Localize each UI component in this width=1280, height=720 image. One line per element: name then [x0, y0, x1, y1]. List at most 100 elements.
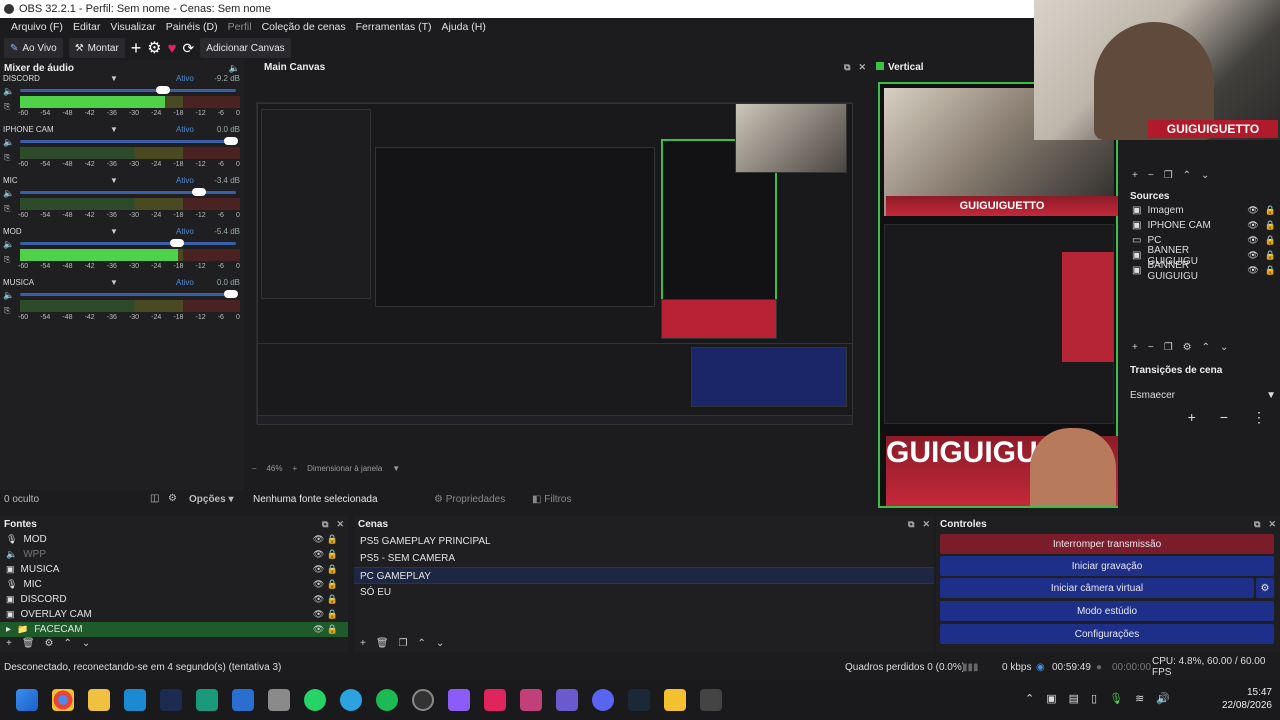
app-icon[interactable]	[124, 689, 146, 711]
app-icon[interactable]	[232, 689, 254, 711]
more-icon[interactable]: ⋮	[1252, 409, 1266, 426]
channel-menu-icon[interactable]: ▼	[110, 125, 118, 134]
add-canvas-button[interactable]: Adicionar Canvas	[200, 38, 291, 58]
eye-icon[interactable]: 👁 🔒	[313, 564, 348, 575]
speaker-icon[interactable]: 🔈	[229, 63, 240, 74]
eye-icon[interactable]: 👁 🔒	[313, 579, 348, 590]
volume-slider[interactable]	[20, 239, 236, 247]
app-icon[interactable]	[556, 689, 578, 711]
speaker-icon[interactable]: 🔈	[3, 239, 14, 250]
eye-icon[interactable]: 👁	[1247, 205, 1258, 216]
discord-icon[interactable]	[592, 689, 614, 711]
photoshop-icon[interactable]	[160, 689, 182, 711]
stop-stream-button[interactable]: Interromper transmissão	[940, 534, 1274, 554]
menu-edit[interactable]: Editar	[68, 21, 105, 33]
float-icon[interactable]: ⧉	[908, 519, 914, 529]
volume-knob[interactable]	[192, 188, 206, 196]
chevron-down-icon[interactable]: ⌄	[1201, 170, 1209, 181]
clock[interactable]: 15:47 22/08/2026	[1222, 686, 1272, 712]
canvas-preview[interactable]	[256, 102, 853, 425]
chevron-up-icon[interactable]: ⌃	[1025, 692, 1034, 705]
remove-icon[interactable]: −	[1148, 170, 1154, 181]
scene-item[interactable]: SÓ EU	[354, 584, 934, 601]
settings-button[interactable]: Configurações	[940, 624, 1274, 644]
float-icon[interactable]: ⧉	[844, 62, 850, 72]
source-item[interactable]: ▣ IPHONE CAM 👁 🔒	[1126, 218, 1280, 233]
gear-icon[interactable]: ⚙	[45, 638, 54, 649]
source-item[interactable]: ▣ Imagem 👁 🔒	[1126, 203, 1280, 218]
chevron-down-icon[interactable]: ⌄	[1220, 342, 1228, 353]
filters-button[interactable]: ◧ Filtros	[532, 494, 571, 505]
whatsapp-icon[interactable]	[304, 689, 326, 711]
mic-icon[interactable]: 🎙	[1109, 692, 1123, 705]
phone-icon[interactable]: ▯	[1091, 692, 1097, 705]
tray-app-icon[interactable]: ▣	[1046, 692, 1056, 705]
lock-icon[interactable]: 🔒	[1265, 250, 1280, 261]
eye-icon[interactable]: 👁 🔒	[313, 624, 348, 635]
live-button[interactable]: ✎ Ao Vivo	[4, 38, 63, 58]
folder-icon[interactable]	[88, 689, 110, 711]
eye-icon[interactable]: 👁 🔒	[313, 549, 348, 560]
menu-profile[interactable]: Perfil	[223, 21, 257, 33]
zoom-in-button[interactable]: +	[292, 464, 297, 473]
add-icon[interactable]: +	[360, 638, 366, 649]
speaker-icon[interactable]: 🔈	[3, 86, 14, 97]
chevron-up-icon[interactable]: ⌃	[1202, 342, 1210, 353]
source-list-item[interactable]: 🎙 MOD 👁 🔒	[0, 532, 348, 547]
app-icon[interactable]	[700, 689, 722, 711]
start-virtual-camera-button[interactable]: Iniciar câmera virtual	[940, 578, 1254, 598]
filter-icon[interactable]: ❐	[399, 638, 408, 649]
channel-menu-icon[interactable]: ▼	[110, 74, 118, 83]
volume-knob[interactable]	[170, 239, 184, 247]
studio-mode-button[interactable]: Modo estúdio	[940, 601, 1274, 621]
add-icon[interactable]: +	[1132, 170, 1138, 181]
layout-icon[interactable]: ◫	[150, 493, 159, 504]
eye-icon[interactable]: 👁	[1247, 220, 1258, 231]
close-icon[interactable]: ✕	[1268, 519, 1276, 529]
add-icon[interactable]: +	[1132, 342, 1138, 353]
tray-app-icon[interactable]: ▤	[1069, 692, 1079, 705]
chevron-down-icon[interactable]: ▼	[392, 464, 400, 473]
speaker-icon[interactable]: 🔈	[3, 137, 14, 148]
channel-menu-icon[interactable]: ▼	[110, 176, 118, 185]
fit-to-window[interactable]: Dimensionar à janela	[307, 464, 382, 473]
build-button[interactable]: ⚒ Montar	[68, 38, 125, 58]
speaker-icon[interactable]: 🔈	[3, 290, 14, 301]
chevron-up-icon[interactable]: ⌃	[418, 638, 426, 649]
close-icon[interactable]: ✕	[336, 519, 344, 529]
spotify-icon[interactable]	[376, 689, 398, 711]
add-transition-icon[interactable]: +	[1188, 409, 1196, 426]
wifi-icon[interactable]: ≋	[1135, 692, 1144, 705]
remove-icon[interactable]: −	[1148, 342, 1154, 353]
chevron-up-icon[interactable]: ⌃	[64, 638, 72, 649]
telegram-icon[interactable]	[340, 689, 362, 711]
source-list-item[interactable]: ▣ OVERLAY CAM 👁 🔒	[0, 607, 348, 622]
source-list-item[interactable]: ▣ DISCORD 👁 🔒	[0, 592, 348, 607]
channel-menu-icon[interactable]: ▼	[110, 227, 118, 236]
volume-slider[interactable]	[20, 188, 236, 196]
float-icon[interactable]: ⧉	[1254, 519, 1260, 529]
filter-icon[interactable]: ❐	[1164, 170, 1173, 181]
scene-item[interactable]: PS5 - SEM CAMERA	[354, 550, 934, 567]
source-list-item[interactable]: 🎙 MIC 👁 🔒	[0, 577, 348, 592]
app-icon[interactable]	[664, 689, 686, 711]
add-icon[interactable]: +	[6, 638, 12, 649]
speaker-icon[interactable]: 🔈	[3, 188, 14, 199]
virtual-camera-settings-button[interactable]: ⚙	[1256, 578, 1274, 598]
trash-icon[interactable]: 🗑	[22, 638, 35, 649]
menu-file[interactable]: Arquivo (F)	[6, 21, 68, 33]
eye-icon[interactable]: 👁	[1247, 235, 1258, 246]
menu-view[interactable]: Visualizar	[105, 21, 160, 33]
vertical-preview[interactable]: GUIGUIGUETTO GUIGUIGUG	[878, 82, 1118, 508]
app-icon[interactable]	[196, 689, 218, 711]
float-icon[interactable]: ⧉	[322, 519, 328, 529]
lock-icon[interactable]: 🔒	[1265, 205, 1280, 216]
channel-menu-icon[interactable]: ▼	[110, 278, 118, 287]
close-icon[interactable]: ✕	[858, 62, 866, 72]
monitor-icon[interactable]: ⎘	[4, 255, 10, 265]
steam-icon[interactable]	[628, 689, 650, 711]
chevron-down-icon[interactable]: ⌄	[436, 638, 444, 649]
volume-slider[interactable]	[20, 86, 236, 94]
start-recording-button[interactable]: Iniciar gravação	[940, 556, 1274, 576]
volume-knob[interactable]	[224, 137, 238, 145]
